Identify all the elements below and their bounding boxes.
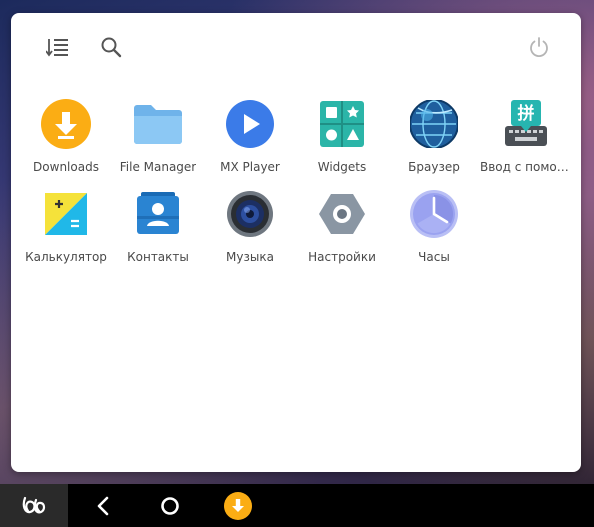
- app-label: Настройки: [308, 250, 376, 264]
- app-label: Браузер: [408, 160, 460, 174]
- app-settings[interactable]: Настройки: [296, 188, 388, 272]
- drawer-toolbar: [11, 13, 581, 83]
- app-music[interactable]: Музыка: [204, 188, 296, 272]
- app-downloads[interactable]: Downloads: [20, 98, 112, 182]
- app-calculator[interactable]: Калькулятор: [20, 188, 112, 272]
- app-label: MX Player: [220, 160, 280, 174]
- jide-logo-icon[interactable]: [0, 484, 68, 527]
- navigation-bar: [0, 484, 594, 527]
- app-label: Контакты: [127, 250, 189, 264]
- search-icon[interactable]: [97, 33, 125, 61]
- app-label: Downloads: [33, 160, 99, 174]
- app-widgets[interactable]: Widgets: [296, 98, 388, 182]
- settings-icon: [316, 188, 368, 240]
- clock-icon: [408, 188, 460, 240]
- app-label: Ввод с помощ...: [480, 160, 572, 174]
- power-icon[interactable]: [525, 33, 553, 61]
- app-drawer: Downloads File Manager MX Player Widgets…: [11, 13, 581, 472]
- app-label: Калькулятор: [25, 250, 107, 264]
- app-label: File Manager: [119, 160, 197, 174]
- app-input-method[interactable]: 拼 Ввод с помощ...: [480, 98, 572, 182]
- speaker-icon: [224, 188, 276, 240]
- sort-list-icon[interactable]: [44, 33, 72, 61]
- app-label: Часы: [418, 250, 450, 264]
- widgets-icon: [316, 98, 368, 150]
- play-icon: [224, 98, 276, 150]
- app-mx-player[interactable]: MX Player: [204, 98, 296, 182]
- downloads-icon: [224, 491, 252, 520]
- calculator-icon: [40, 188, 92, 240]
- app-label: Музыка: [226, 250, 274, 264]
- back-icon[interactable]: [81, 484, 125, 527]
- folder-icon: [132, 98, 184, 150]
- contacts-icon: [132, 188, 184, 240]
- app-file-manager[interactable]: File Manager: [112, 98, 204, 182]
- home-circle-icon[interactable]: [148, 484, 192, 527]
- app-contacts[interactable]: Контакты: [112, 188, 204, 272]
- downloads-icon: [40, 98, 92, 150]
- svg-text:拼: 拼: [518, 103, 535, 124]
- globe-icon: [408, 98, 460, 150]
- app-label: Widgets: [317, 160, 367, 174]
- app-browser[interactable]: Браузер: [388, 98, 480, 182]
- keyboard-icon: 拼: [500, 98, 552, 150]
- app-clock[interactable]: Часы: [388, 188, 480, 272]
- running-app-downloads[interactable]: [216, 484, 260, 527]
